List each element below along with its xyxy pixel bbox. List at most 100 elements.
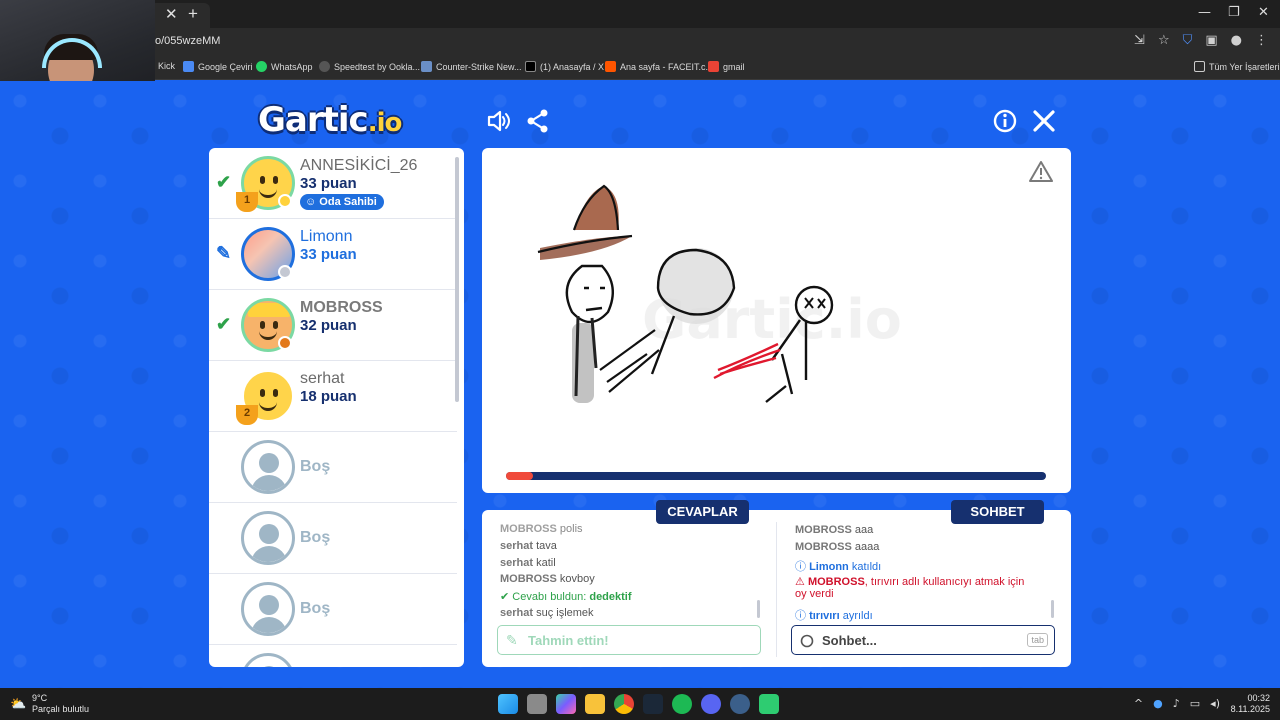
cloud-sun-icon: ⛅	[10, 696, 27, 711]
answers-title: CEVAPLAR	[656, 500, 749, 524]
player-score: 33 puan	[300, 175, 357, 192]
bookmark-star-icon[interactable]: ☆	[1158, 33, 1170, 48]
pencil-icon: ✎	[506, 632, 518, 648]
player-score: 32 puan	[300, 317, 357, 334]
shield-icon[interactable]: ⛉	[1183, 33, 1193, 48]
share-icon[interactable]	[525, 108, 551, 134]
player-row[interactable]: ✔ MOBROSS 32 puan	[209, 290, 457, 361]
info-icon: ⓘ	[795, 561, 806, 573]
x-icon	[525, 61, 536, 72]
bookmark-counter-strike[interactable]: Counter-Strike New...	[421, 61, 522, 72]
sound-icon[interactable]	[486, 108, 512, 134]
answer-message: serhat suç işlemek	[500, 607, 594, 619]
copilot-icon[interactable]	[556, 694, 576, 714]
chat-bubble-icon	[800, 634, 814, 648]
volume-icon[interactable]: ◂)	[1210, 697, 1220, 710]
faceit-icon	[605, 61, 616, 72]
address-bar: o/055wzeMM ⇲ ☆ ⛉ ▣ ● ⋮	[0, 28, 1280, 56]
guess-input[interactable]: ✎ Tahmin ettin!	[497, 625, 761, 655]
player-row[interactable]: 2 serhat 18 puan	[209, 361, 457, 432]
minimize-icon[interactable]: —	[1198, 5, 1211, 20]
windows-start-icon[interactable]	[498, 694, 518, 714]
warning-icon: ⚠	[795, 576, 805, 588]
close-window-icon[interactable]: ✕	[1258, 5, 1269, 20]
bookmark-kick[interactable]: Kick	[158, 61, 175, 71]
answer-message: MOBROSS kovboy	[500, 573, 595, 585]
bookmark-whatsapp[interactable]: WhatsApp	[256, 61, 313, 72]
timer-progress-bar	[506, 472, 1046, 480]
google-translate-icon	[183, 61, 194, 72]
empty-slot: Boş	[209, 432, 457, 503]
check-icon: ✔	[500, 591, 510, 603]
bookmark-speedtest[interactable]: Speedtest by Ookla...	[319, 61, 420, 72]
player-row[interactable]: ✎ Limonn 33 puan	[209, 219, 457, 290]
profile-icon[interactable]: ●	[1231, 33, 1242, 48]
room-owner-badge: ☺ Oda Sahibi	[300, 194, 384, 210]
tab-close-icon[interactable]: ✕	[165, 5, 178, 23]
whatsapp-icon	[256, 61, 267, 72]
bookmarks-bar: Kick Google Çeviri WhatsApp Speedtest by…	[0, 56, 1280, 80]
report-warning-icon[interactable]	[1029, 160, 1053, 182]
game-app-icon[interactable]	[759, 694, 779, 714]
browser-tab[interactable]	[150, 3, 210, 28]
tray-app-icon[interactable]: ●	[1153, 697, 1163, 710]
correct-answer-message: ✔ Cevabı buldun: dedektif	[500, 591, 632, 603]
empty-avatar-icon	[241, 511, 295, 565]
tab-key-hint: tab	[1027, 633, 1048, 647]
chat-scrollbar[interactable]	[1051, 600, 1054, 618]
empty-avatar-icon	[241, 440, 295, 494]
clock[interactable]: 00:32 8.11.2025	[1231, 693, 1270, 715]
spotify-icon[interactable]	[672, 694, 692, 714]
bookmark-google-translate[interactable]: Google Çeviri	[183, 61, 253, 72]
app-icon[interactable]	[730, 694, 750, 714]
weather-widget[interactable]: ⛅ 9°C Parçalı bulutlu	[10, 693, 89, 715]
chat-message: MOBROSS aaa	[795, 524, 874, 536]
bookmark-faceit[interactable]: Ana sayfa - FACEIT.c...	[605, 61, 713, 72]
empty-slot	[209, 645, 457, 667]
check-icon: ✔	[216, 314, 232, 334]
windows-taskbar: ⛅ 9°C Parçalı bulutlu ^ ● ♪ ▭ ◂) 00:32 8…	[0, 688, 1280, 720]
url-field[interactable]: o/055wzeMM	[155, 35, 220, 47]
browser-tab-bar: ✕ + — ❐ ✕	[0, 0, 1280, 28]
chevron-up-icon[interactable]: ^	[1134, 697, 1143, 710]
status-dot	[278, 336, 292, 350]
file-explorer-icon[interactable]	[585, 694, 605, 714]
new-tab-icon[interactable]: +	[188, 4, 198, 24]
network-icon[interactable]: ▭	[1190, 697, 1200, 710]
empty-avatar-icon	[241, 653, 295, 667]
player-name: MOBROSS	[300, 299, 383, 316]
vote-kick-message: ⚠ MOBROSS, tırıvırı adlı kullanıcıyı atm…	[795, 576, 1025, 600]
counter-strike-icon	[421, 61, 432, 72]
steam-icon[interactable]	[643, 694, 663, 714]
install-app-icon[interactable]: ⇲	[1134, 33, 1145, 48]
answers-scrollbar[interactable]	[757, 600, 760, 618]
player-name: ANNESİKİCİ_26	[300, 157, 418, 174]
gmail-icon	[708, 61, 719, 72]
gartic-logo[interactable]: Gartic.io	[258, 100, 402, 140]
bookmark-gmail[interactable]: gmail	[708, 61, 745, 72]
empty-avatar-icon	[241, 582, 295, 636]
menu-dots-icon[interactable]: ⋮	[1255, 33, 1268, 48]
answer-message: MOBROSS polis	[500, 523, 583, 535]
task-view-icon[interactable]	[527, 694, 547, 714]
join-message: ⓘ Limonn katıldı	[795, 561, 882, 573]
info-icon: ⓘ	[795, 610, 806, 622]
close-icon[interactable]	[1031, 108, 1057, 134]
players-scrollbar[interactable]	[455, 157, 459, 402]
discord-icon[interactable]	[701, 694, 721, 714]
bookmark-x[interactable]: (1) Anasayfa / X	[525, 61, 604, 72]
extensions-icon[interactable]: ▣	[1205, 33, 1217, 48]
restore-icon[interactable]: ❐	[1228, 5, 1240, 20]
microphone-icon[interactable]: ♪	[1173, 697, 1180, 710]
player-name: Limonn	[300, 228, 353, 245]
empty-slot: Boş	[209, 503, 457, 574]
player-row[interactable]: ✔ 1 ANNESİKİCİ_26 33 puan ☺ Oda Sahibi	[209, 148, 457, 219]
drawing: Gartic.io	[537, 184, 902, 403]
timer-progress-fill	[506, 472, 533, 480]
player-name: serhat	[300, 370, 345, 387]
chrome-icon[interactable]	[614, 694, 634, 714]
info-icon[interactable]	[992, 108, 1018, 134]
all-bookmarks[interactable]: Tüm Yer İşaretleri	[1194, 61, 1280, 72]
chat-input[interactable]: Sohbet... tab	[791, 625, 1055, 655]
trophy-icon: 1	[236, 192, 258, 212]
